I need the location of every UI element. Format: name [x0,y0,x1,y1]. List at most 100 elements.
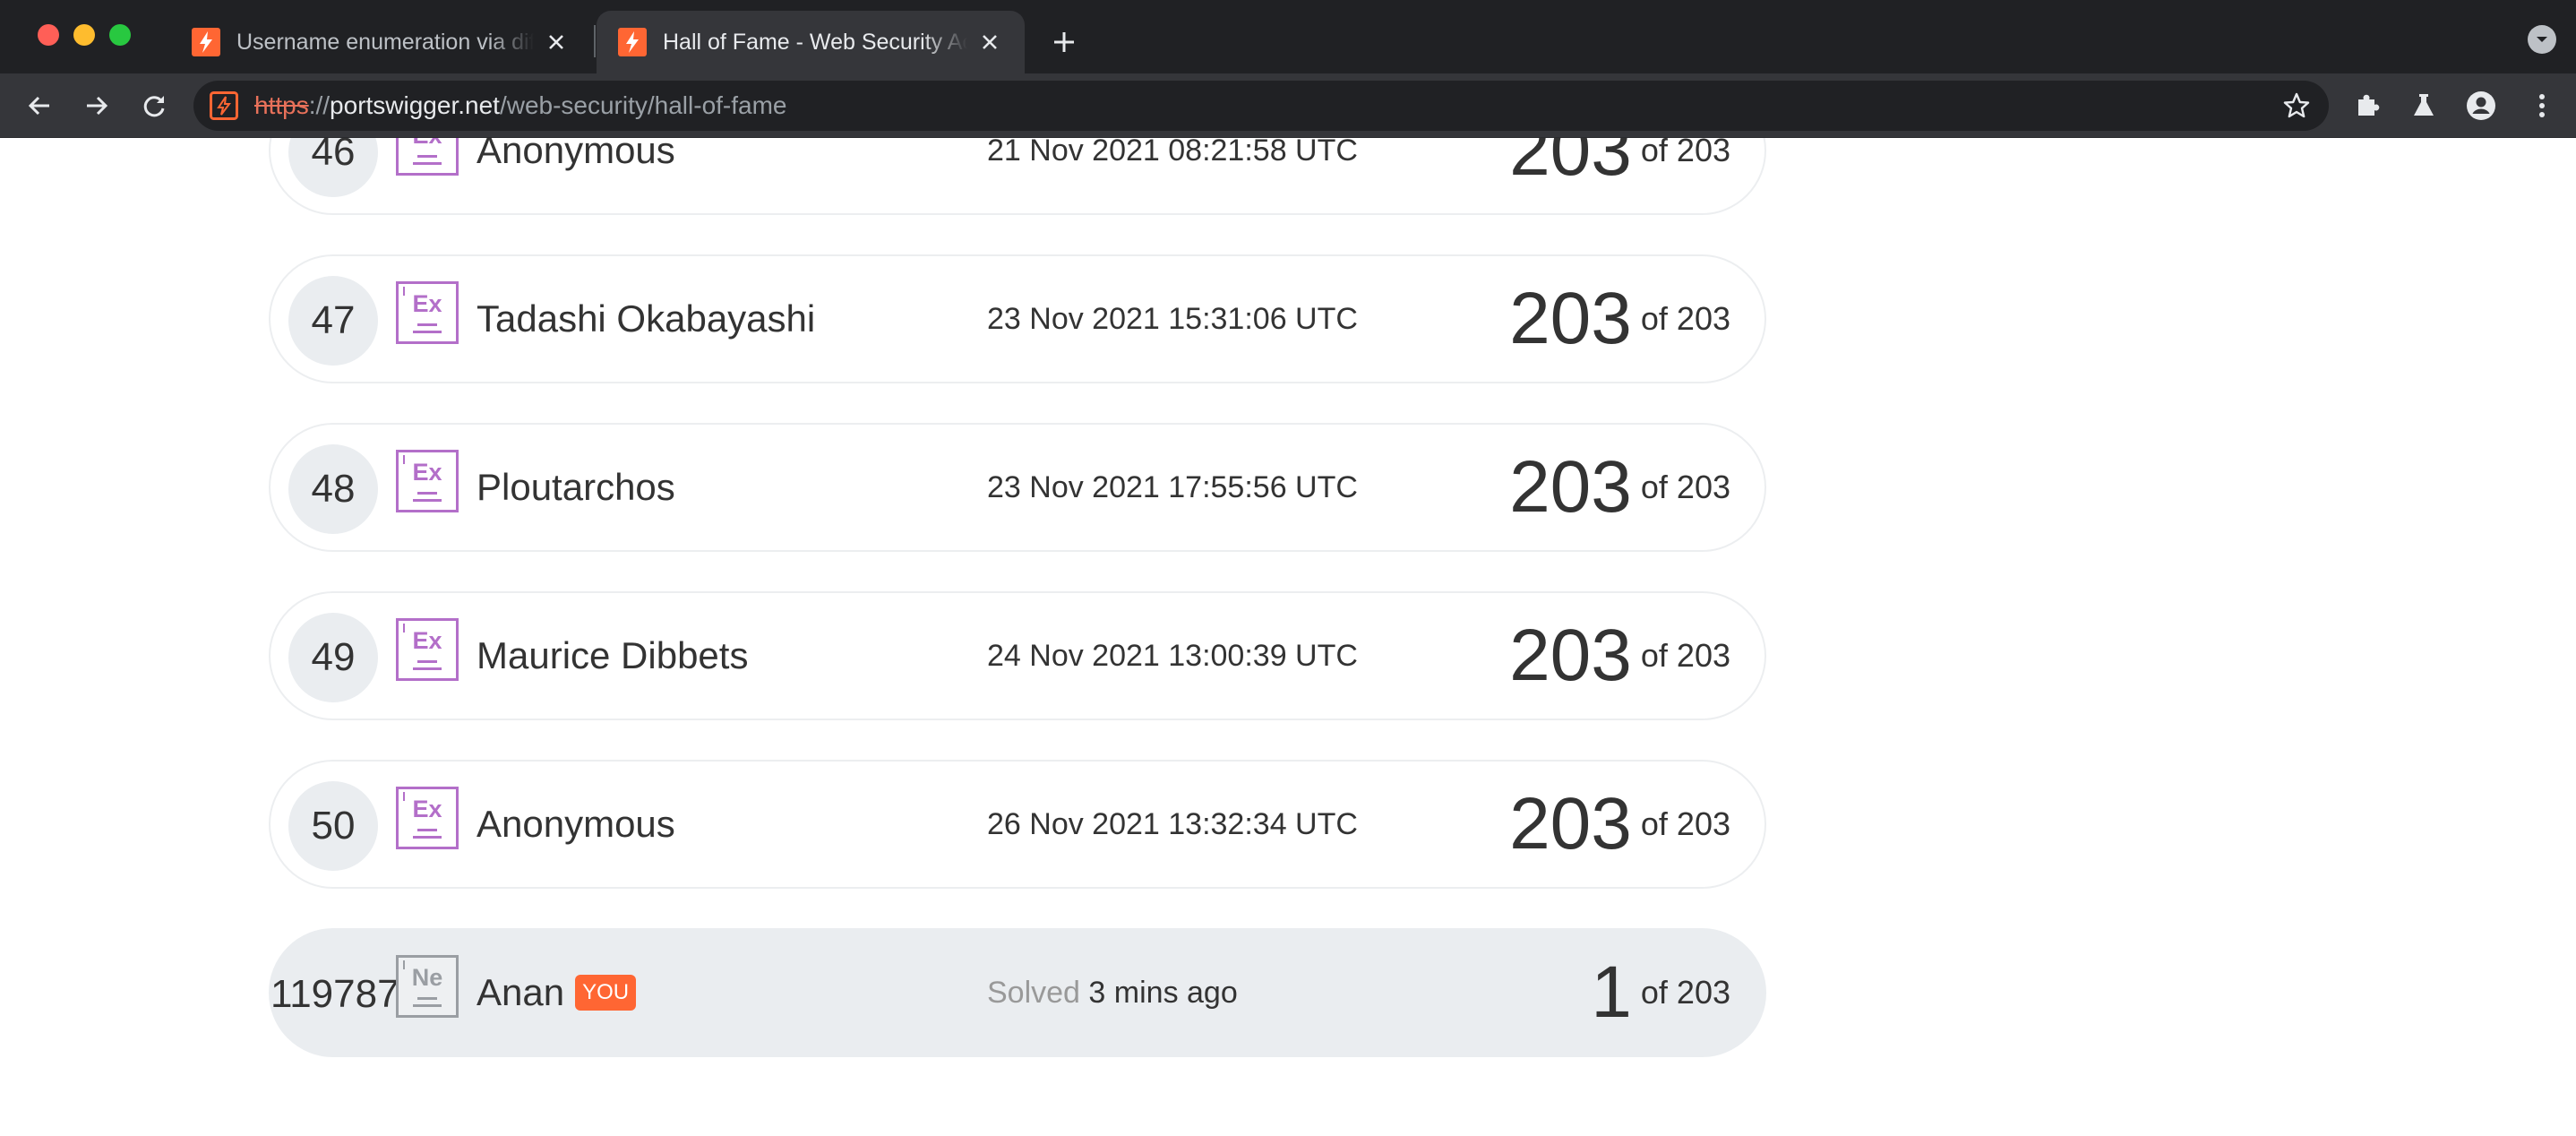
arrow-right-icon [87,96,108,116]
url-scheme: https [254,91,309,119]
completion-date: 23 Nov 2021 15:31:06 UTC [987,302,1358,336]
score: 203 of 203 [1509,425,1730,550]
rank-number: 49 [288,613,378,702]
user-name: Anan [477,971,565,1013]
user-name-container: Anan YOU [477,930,637,1055]
level-badge-icon: Ne [396,955,459,1018]
url-host: portswigger.net [330,91,500,119]
rank-number: 46 [288,138,378,197]
window-close-button[interactable] [38,24,59,46]
user-name: Anonymous [477,138,675,171]
score: 203 of 203 [1509,593,1730,719]
star-icon[interactable] [2282,91,2311,120]
hall-of-fame-list: 46 Ex Anonymous 21 Nov 2021 08:21:58 UTC… [269,138,1766,1097]
url-text: https://portswigger.net/web-security/hal… [254,81,787,131]
portswigger-favicon-icon [618,28,647,56]
user-name: Tadashi Okabayashi [477,297,816,340]
badge-symbol: Ex [412,627,442,654]
reload-icon [143,96,165,117]
level-badge-icon: Ex [396,450,459,512]
plus-icon [1054,32,1074,52]
extensions-button[interactable] [2352,90,2384,122]
leaderboard-row: 50 Ex Anonymous 26 Nov 2021 13:32:34 UTC… [269,760,1766,889]
completion-date: 24 Nov 2021 13:00:39 UTC [987,639,1358,673]
badge-symbol: Ex [412,796,442,822]
puzzle-icon [2358,94,2380,116]
score-value: 1 [1591,951,1632,1033]
tab-username-enumeration[interactable]: Username enumeration via different respo… [170,11,591,73]
you-badge: YOU [575,975,637,1011]
browser-toolbar: https://portswigger.net/web-security/hal… [0,73,2576,138]
labs-button[interactable] [2408,90,2440,122]
score: 203 of 203 [1509,256,1730,382]
tab-search-button[interactable] [2528,25,2556,54]
score-value: 203 [1509,446,1632,528]
close-icon[interactable] [976,29,1003,56]
completion-date: 26 Nov 2021 13:32:34 UTC [987,807,1358,841]
level-badge-icon: Ex [396,138,459,176]
solved-time: 3 mins ago [1088,976,1238,1010]
user-name: Maurice Dibbets [477,634,749,676]
rank-number: 47 [288,276,378,366]
arrow-left-icon [28,96,49,116]
score: 1 of 203 [1591,930,1730,1055]
score-value: 203 [1509,138,1632,191]
badge-symbol: Ex [412,290,442,317]
score-value: 203 [1509,615,1632,696]
badge-symbol: Ex [412,459,442,486]
rank-number: 50 [288,781,378,871]
rank-number: 48 [288,444,378,534]
completion-date: 23 Nov 2021 17:55:56 UTC [987,470,1358,504]
browser-tab-strip: Username enumeration via different respo… [0,0,2576,73]
forward-button[interactable] [79,88,115,124]
score-total: of 203 [1640,469,1730,505]
score-value: 203 [1509,783,1632,865]
badge-symbol: Ne [411,964,443,991]
score-total: of 203 [1640,300,1730,337]
level-badge-icon: Ex [396,618,459,681]
solved-label: Solved [987,976,1080,1010]
score-value: 203 [1509,278,1632,359]
avatar-icon [2467,91,2495,120]
tab-title: Username enumeration via different respo… [236,29,534,55]
leaderboard-row: 48 Ex Ploutarchos 23 Nov 2021 17:55:56 U… [269,423,1766,552]
back-button[interactable] [21,88,57,124]
score-total: of 203 [1640,138,1730,168]
tab-title: Hall of Fame - Web Security Academy [663,29,967,55]
user-name: Ploutarchos [477,466,675,508]
completion-date: 21 Nov 2021 08:21:58 UTC [987,138,1358,168]
score-total: of 203 [1640,974,1730,1011]
window-minimize-button[interactable] [73,24,95,46]
more-vertical-icon [2539,94,2545,117]
profile-button[interactable] [2465,90,2497,122]
leaderboard-row: 49 Ex Maurice Dibbets 24 Nov 2021 13:00:… [269,591,1766,720]
chevron-down-icon [2537,37,2547,42]
reload-button[interactable] [136,88,172,124]
level-badge-icon: Ex [396,281,459,344]
rank-number: 119787 [270,972,399,1016]
url-path: /web-security/hall-of-fame [499,91,787,119]
leaderboard-row: 46 Ex Anonymous 21 Nov 2021 08:21:58 UTC… [269,138,1766,215]
url-separator: :// [308,91,331,119]
tab-hall-of-fame[interactable]: Hall of Fame - Web Security Academy [597,11,1025,73]
portswigger-favicon-icon [192,28,220,56]
user-name: Anonymous [477,803,675,845]
page-viewport[interactable]: 46 Ex Anonymous 21 Nov 2021 08:21:58 UTC… [0,138,2576,1136]
close-icon[interactable] [543,29,570,56]
window-zoom-button[interactable] [109,24,131,46]
leaderboard-row: 47 Ex Tadashi Okabayashi 23 Nov 2021 15:… [269,254,1766,383]
address-bar[interactable]: https://portswigger.net/web-security/hal… [193,81,2329,131]
current-user-row: 119787 Ne Anan YOU Solved 3 mins ago 1 of… [269,928,1766,1057]
score-total: of 203 [1640,637,1730,674]
new-tab-button[interactable] [1046,24,1082,60]
score: 203 of 203 [1509,762,1730,887]
level-badge-icon: Ex [396,787,459,849]
score-total: of 203 [1640,805,1730,842]
badge-symbol: Ex [399,138,456,148]
portswigger-site-icon [210,91,238,120]
solved-status: Solved 3 mins ago [987,930,1238,1055]
tab-divider [594,25,596,57]
score: 203 of 203 [1509,138,1730,213]
flask-icon [2414,94,2434,116]
menu-button[interactable] [2526,90,2558,122]
